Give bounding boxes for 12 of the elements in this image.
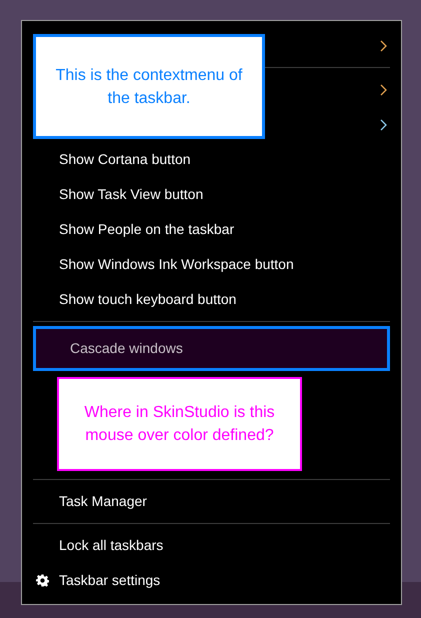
menu-item[interactable]: Show touch keyboard button <box>25 282 398 317</box>
settings-icon <box>36 574 49 587</box>
callout-note: This is the contextmenu of the taskbar. <box>33 34 265 139</box>
menu-item[interactable]: Taskbar settings <box>25 563 398 598</box>
callout-note: Where in SkinStudio is this mouse over color defined? <box>57 377 302 471</box>
menu-item[interactable]: Task Manager <box>25 484 398 519</box>
menu-item[interactable]: Cascade windows <box>36 329 387 368</box>
menu-item[interactable]: Show Windows Ink Workspace button <box>25 247 398 282</box>
menu-item[interactable]: Lock all taskbars <box>25 528 398 563</box>
menu-item[interactable]: Show People on the taskbar <box>25 212 398 247</box>
menu-item[interactable]: Show Cortana button <box>25 142 398 177</box>
menu-item[interactable]: Show Task View button <box>25 177 398 212</box>
